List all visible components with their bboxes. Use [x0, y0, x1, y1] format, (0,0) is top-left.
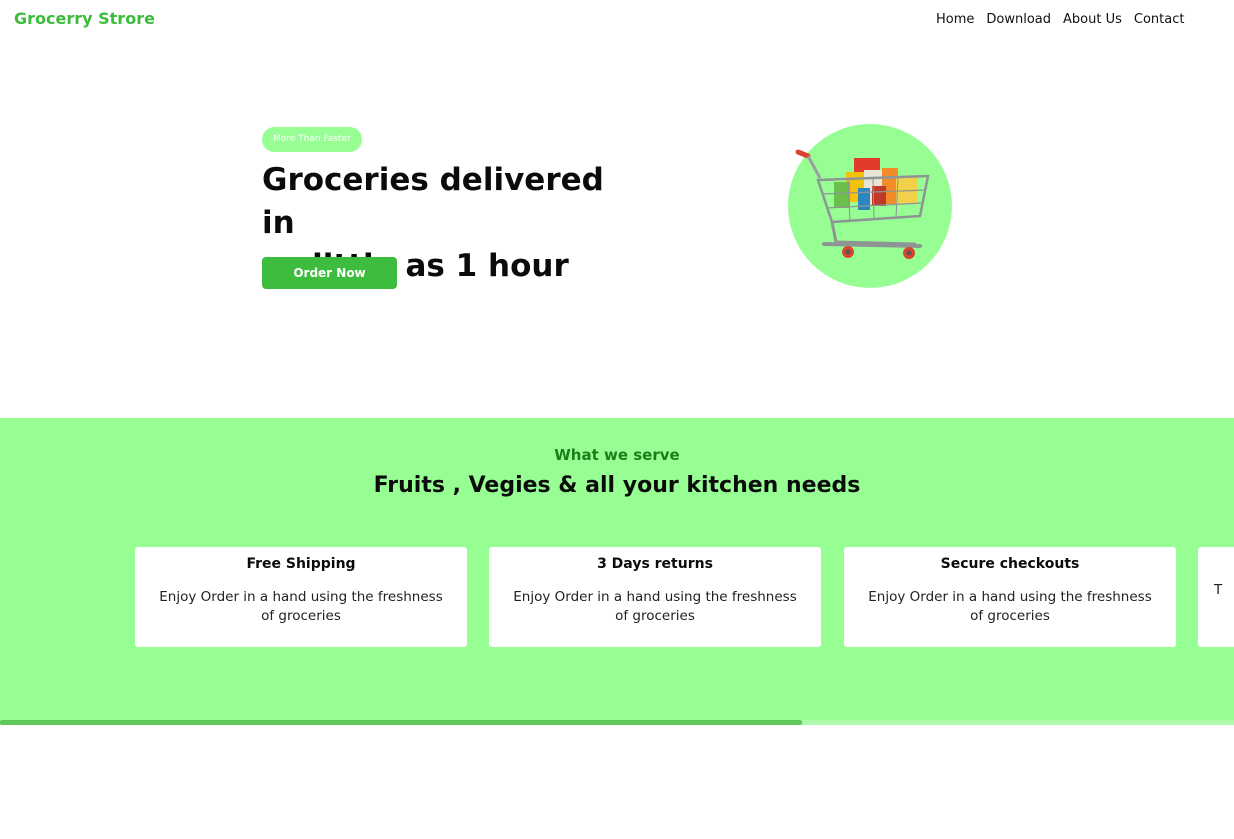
- brand-logo[interactable]: Grocerry Strore: [14, 9, 155, 28]
- service-card-text: Enjoy Order in a hand using the freshnes…: [513, 589, 797, 624]
- service-card-secure-checkout: Secure checkouts Enjoy Order in a hand u…: [844, 547, 1176, 647]
- hero-image: [788, 124, 952, 288]
- services-subtitle: What we serve: [554, 446, 680, 464]
- nav-contact-link[interactable]: Contact: [1134, 12, 1185, 27]
- hero-badge: More Than Faster: [262, 127, 362, 152]
- service-card-title: Free Shipping: [246, 556, 356, 572]
- service-card-title: 3 Days returns: [597, 556, 713, 572]
- services-section: What we serve Fruits , Vegies & all your…: [0, 418, 1234, 721]
- horizontal-scrollbar-thumb[interactable]: [0, 720, 802, 725]
- service-card-text: Enjoy Order in a hand using the freshnes…: [868, 589, 1152, 624]
- hero-title-line-1: Groceries delivered in: [262, 162, 604, 241]
- order-now-button[interactable]: Order Now: [262, 257, 397, 289]
- service-card-text: Enjoy Order in a hand using the freshnes…: [159, 589, 443, 624]
- service-card-free-shipping: Free Shipping Enjoy Order in a hand usin…: [135, 547, 467, 647]
- top-navbar: Grocerry Strore Home Download About Us C…: [0, 0, 1234, 40]
- service-card-returns: 3 Days returns Enjoy Order in a hand usi…: [489, 547, 821, 647]
- nav-about-link[interactable]: About Us: [1063, 12, 1122, 27]
- service-card-partial: T: [1198, 547, 1234, 647]
- services-title: Fruits , Vegies & all your kitchen needs: [373, 473, 861, 498]
- shopping-cart-icon: [795, 149, 930, 259]
- service-card-title: Secure checkouts: [940, 556, 1080, 572]
- nav-menu: Home Download About Us Contact: [936, 12, 1184, 27]
- nav-download-link[interactable]: Download: [986, 12, 1051, 27]
- service-card-text: T: [1214, 582, 1223, 598]
- nav-home-link[interactable]: Home: [936, 12, 974, 27]
